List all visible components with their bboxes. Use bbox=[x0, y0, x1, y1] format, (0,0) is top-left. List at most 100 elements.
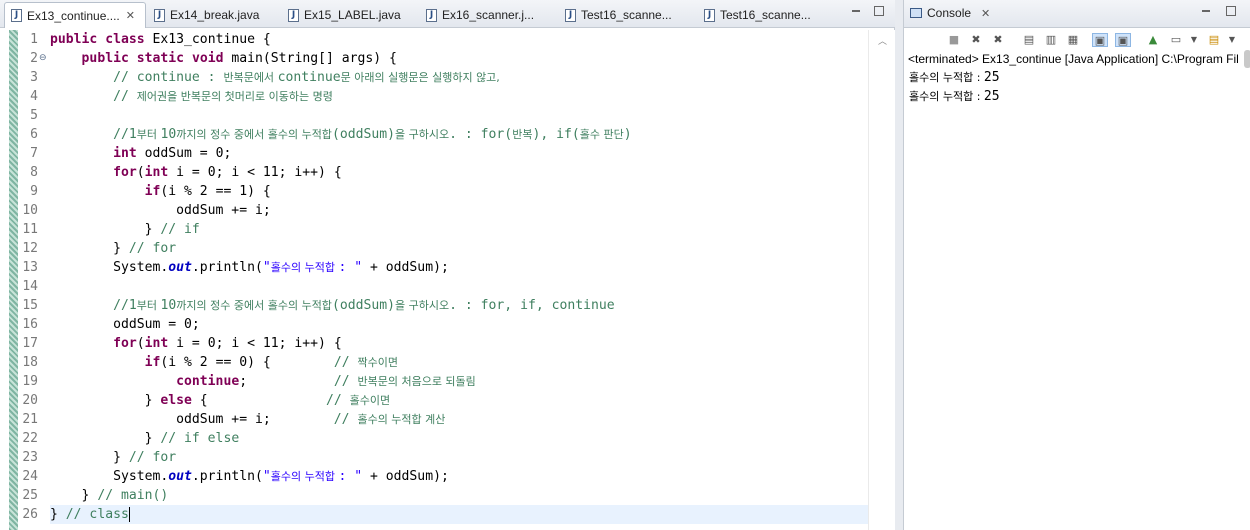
tab-close-icon[interactable]: ✕ bbox=[126, 9, 135, 22]
line-number: 21 bbox=[22, 412, 38, 427]
line-number: 7 bbox=[30, 146, 38, 161]
tab-label: Ex14_break.java bbox=[170, 8, 260, 22]
code-line: oddSum += i; bbox=[50, 203, 271, 218]
console-maximize-icon[interactable] bbox=[1226, 6, 1236, 16]
tab-label: Ex13_continue.... bbox=[27, 8, 120, 23]
show-on-stderr-icon[interactable]: ▣ bbox=[1115, 33, 1131, 47]
line-number: 12 bbox=[22, 241, 38, 256]
console-status-line: <terminated> Ex13_continue [Java Applica… bbox=[908, 52, 1239, 66]
text-caret bbox=[128, 507, 130, 522]
console-toolbar: ■ ✖ ✖ ▤ ▥ ▦ ▣ ▣ ▲ ▭ ▼ ▤ ▼ bbox=[904, 28, 1250, 52]
console-close-icon[interactable]: ✕ bbox=[981, 7, 990, 20]
code-line: //1부터 10까지의 정수 중에서 홀수의 누적합(oddSum)을 구하시오… bbox=[113, 127, 632, 142]
scroll-up-arrow-icon[interactable]: ︿ bbox=[878, 34, 887, 47]
show-on-stdout-icon[interactable]: ▣ bbox=[1092, 33, 1108, 47]
line-number: 1 bbox=[30, 32, 38, 47]
remove-all-terminated-icon[interactable]: ✖ bbox=[990, 33, 1006, 47]
code-line: public static void main(String[] args) { bbox=[81, 51, 397, 66]
line-number: 17 bbox=[22, 336, 38, 351]
console-title: Console bbox=[927, 6, 972, 20]
line-number: 4 bbox=[30, 89, 38, 104]
code-line: } // for bbox=[50, 450, 177, 465]
chevron-down-icon[interactable]: ▼ bbox=[1186, 33, 1202, 47]
editor-vertical-scrollbar[interactable]: ︿ bbox=[868, 30, 895, 530]
chevron-down-icon[interactable]: ▼ bbox=[1224, 33, 1240, 47]
line-number: 26 bbox=[22, 507, 38, 522]
code-line: if(i % 2 == 1) { bbox=[144, 184, 271, 199]
line-number: 14 bbox=[22, 279, 38, 294]
code-line: oddSum = 0; bbox=[50, 317, 200, 332]
line-number: 8 bbox=[30, 165, 38, 180]
line-number: 25 bbox=[22, 488, 38, 503]
line-number-gutter: 1 2 ⊖ 3 4 5 6 7 8 9 10 11 12 13 14 15 16… bbox=[18, 30, 47, 530]
line-number: 18 bbox=[22, 355, 38, 370]
code-line: oddSum += i; // 홀수의 누적합 계산 bbox=[50, 412, 446, 427]
line-number: 22 bbox=[22, 431, 38, 446]
code-line: System.out.println("홀수의 누적합 : " + oddSum… bbox=[50, 469, 449, 484]
code-line-current: } // class bbox=[50, 505, 868, 524]
tab-ex13-continue[interactable]: J Ex13_continue.... ✕ bbox=[4, 2, 146, 28]
line-number: 6 bbox=[30, 127, 38, 142]
display-console-icon[interactable]: ▭ bbox=[1168, 33, 1184, 47]
fold-collapse-icon[interactable]: ⊖ bbox=[39, 49, 47, 68]
tab-ex15-label[interactable]: J Ex15_LABEL.java bbox=[282, 2, 416, 28]
scroll-lock-icon[interactable]: ▥ bbox=[1043, 33, 1059, 47]
remove-launch-icon[interactable]: ✖ bbox=[968, 33, 984, 47]
line-number: 19 bbox=[22, 374, 38, 389]
tab-label: Test16_scanne... bbox=[581, 8, 672, 22]
console-tab-bar: Console ✕ bbox=[904, 0, 1250, 28]
tab-label: Ex15_LABEL.java bbox=[304, 8, 401, 22]
console-tab[interactable]: Console ✕ bbox=[910, 6, 990, 20]
tab-label: Test16_scanne... bbox=[720, 8, 811, 22]
code-area[interactable]: public class Ex13_continue { public stat… bbox=[50, 30, 868, 530]
tab-test16-scanner-2[interactable]: J Test16_scanne... bbox=[698, 2, 834, 28]
code-line: //1부터 10까지의 정수 중에서 홀수의 누적합(oddSum)을 구하시오… bbox=[113, 298, 615, 313]
line-number: 13 bbox=[22, 260, 38, 275]
code-line: } // if bbox=[50, 222, 200, 237]
console-view: Console ✕ ■ ✖ ✖ ▤ ▥ ▦ ▣ ▣ ▲ ▭ ▼ ▤ ▼ <ter… bbox=[903, 0, 1250, 530]
output-label: 홀수의 누적합 : bbox=[909, 71, 984, 84]
code-line: for(int i = 0; i < 11; i++) { bbox=[113, 336, 342, 351]
code-line: } // for bbox=[50, 241, 177, 256]
line-number: 20 bbox=[22, 393, 38, 408]
code-line: public class Ex13_continue { bbox=[50, 32, 271, 47]
tab-test16-scanner[interactable]: J Test16_scanne... bbox=[559, 2, 695, 28]
java-file-icon: J bbox=[11, 9, 22, 22]
java-file-icon: J bbox=[154, 8, 165, 22]
line-number: 2 bbox=[30, 51, 38, 66]
code-line: // 제어권을 반복문의 첫머리로 이동하는 명령 bbox=[113, 89, 333, 104]
code-line: } else { // 홀수이면 bbox=[50, 393, 391, 408]
java-file-icon: J bbox=[565, 8, 576, 22]
terminate-icon[interactable]: ■ bbox=[946, 33, 962, 47]
code-line: } // main() bbox=[50, 488, 169, 503]
line-number: 3 bbox=[30, 70, 38, 85]
java-file-icon: J bbox=[704, 8, 715, 22]
line-number: 16 bbox=[22, 317, 38, 332]
code-line: } // if else bbox=[50, 431, 240, 446]
tab-ex14-break[interactable]: J Ex14_break.java bbox=[148, 2, 278, 28]
java-file-icon: J bbox=[426, 8, 437, 22]
line-number: 15 bbox=[22, 298, 38, 313]
maximize-icon[interactable] bbox=[874, 6, 884, 16]
open-console-icon[interactable]: ▤ bbox=[1206, 33, 1222, 47]
clear-console-icon[interactable]: ▤ bbox=[1021, 33, 1037, 47]
tab-ex16-scanner[interactable]: J Ex16_scanner.j... bbox=[420, 2, 556, 28]
code-line: // continue : 반복문에서 continue문 아래의 실행문은 실… bbox=[113, 70, 500, 85]
code-line: continue; // 반복문의 처음으로 되돌림 bbox=[176, 374, 476, 389]
console-output-line: 홀수의 누적합 : 25 bbox=[909, 68, 1000, 87]
pin-console-icon[interactable]: ▲ bbox=[1145, 33, 1161, 47]
code-line: int oddSum = 0; bbox=[113, 146, 232, 161]
editor-pane: J Ex13_continue.... ✕ J Ex14_break.java … bbox=[0, 0, 895, 530]
java-file-icon: J bbox=[288, 8, 299, 22]
output-label: 홀수의 누적합 : bbox=[909, 90, 984, 103]
output-value: 25 bbox=[983, 89, 1000, 104]
line-number: 24 bbox=[22, 469, 38, 484]
word-wrap-icon[interactable]: ▦ bbox=[1065, 33, 1081, 47]
line-number: 9 bbox=[30, 184, 38, 199]
minimize-icon[interactable] bbox=[851, 6, 861, 16]
code-line: for(int i = 0; i < 11; i++) { bbox=[113, 165, 342, 180]
console-monitor-icon bbox=[910, 8, 922, 18]
console-scrollbar[interactable] bbox=[1244, 50, 1250, 68]
console-minimize-icon[interactable] bbox=[1201, 6, 1211, 16]
